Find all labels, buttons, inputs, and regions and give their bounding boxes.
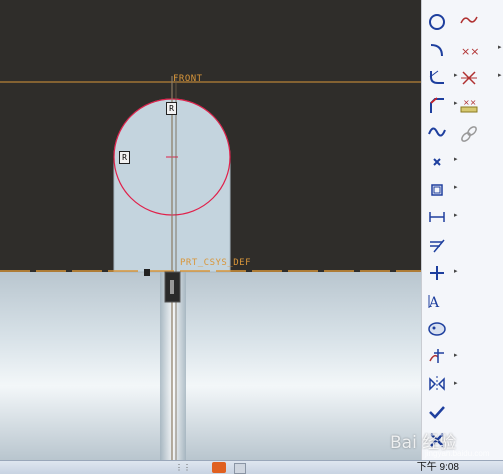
spline-tool-icon[interactable]: [456, 8, 482, 32]
arc-tool-icon[interactable]: [424, 38, 450, 62]
watermark-url: jingyan.baidu.com: [425, 449, 490, 458]
palette-tool-icon[interactable]: [424, 316, 450, 340]
taskbar: ⋮⋮ 下午 9:08: [0, 460, 503, 474]
chamfer-tool-icon[interactable]: [424, 94, 450, 118]
flyout-arrow-icon[interactable]: ▸: [454, 183, 458, 191]
part-base: [0, 272, 421, 462]
dimension-tool-icon[interactable]: [424, 205, 450, 229]
offset-tool-icon[interactable]: [424, 178, 450, 202]
front-datum-label: FRONT: [173, 74, 203, 84]
accept-icon[interactable]: [424, 400, 450, 424]
svg-text:A: A: [428, 295, 440, 311]
text-tool-icon[interactable]: A: [424, 289, 450, 313]
dimension-tag[interactable]: R: [119, 151, 130, 164]
graphics-viewport[interactable]: FRONT PRT_CSYS_DEF R R: [0, 0, 421, 473]
trim-tool-icon[interactable]: [424, 344, 450, 368]
fillet-tool-icon[interactable]: [424, 66, 450, 90]
mirror-tool-icon[interactable]: [424, 372, 450, 396]
flyout-arrow-icon[interactable]: ▸: [454, 351, 458, 359]
taskbar-app-icon[interactable]: [234, 463, 246, 474]
circle-tool-icon[interactable]: [424, 10, 450, 34]
svg-text:×××: ×××: [461, 45, 480, 58]
modify-tool-icon[interactable]: [424, 233, 450, 257]
taskbar-grip-icon[interactable]: ⋮⋮: [175, 463, 191, 472]
flyout-arrow-icon[interactable]: ▸: [454, 211, 458, 219]
dimension-tag[interactable]: R: [166, 102, 177, 115]
taskbar-app-icon[interactable]: [212, 462, 226, 473]
flyout-arrow-icon[interactable]: ▸: [454, 71, 458, 79]
constraint-tool-icon[interactable]: [424, 261, 450, 285]
point-tool-icon[interactable]: ×××: [456, 38, 482, 62]
spline-tool-icon[interactable]: [424, 120, 450, 144]
flyout-arrow-icon[interactable]: ▸: [454, 155, 458, 163]
flyout-arrow-icon[interactable]: ▸: [454, 99, 458, 107]
sketch-toolbar: ××× ×× A ▸: [421, 0, 503, 473]
construction-points-icon[interactable]: ××: [456, 94, 482, 118]
flyout-arrow-icon[interactable]: ▸: [454, 267, 458, 275]
flyout-arrow-icon[interactable]: ▸: [498, 43, 502, 51]
chain-icon[interactable]: [456, 122, 482, 146]
flyout-arrow-icon[interactable]: ▸: [454, 379, 458, 387]
svg-text:××: ××: [463, 98, 476, 107]
sketch-canvas[interactable]: [0, 0, 421, 473]
flyout-arrow-icon[interactable]: ▸: [498, 71, 502, 79]
point-tool-icon[interactable]: [424, 150, 450, 174]
coordinate-system-icon[interactable]: [456, 66, 482, 90]
system-clock[interactable]: 下午 9:08: [417, 461, 459, 474]
csys-label: PRT_CSYS_DEF: [180, 258, 252, 268]
